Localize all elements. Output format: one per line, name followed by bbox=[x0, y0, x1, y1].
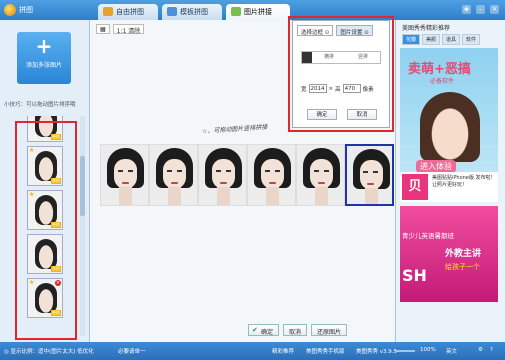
scrollbar-thumb[interactable] bbox=[80, 156, 85, 216]
stitched-frame-selected[interactable] bbox=[345, 144, 394, 206]
mobile-version-link[interactable]: 美图秀秀手机版 bbox=[306, 347, 345, 355]
orientation-toggle: 横排 竖排 bbox=[301, 51, 381, 64]
zoom-slider[interactable] bbox=[395, 350, 415, 352]
promo-headline: 卖萌+恶搞 bbox=[408, 62, 471, 77]
settings-icon[interactable]: ⚙ bbox=[478, 347, 483, 353]
horizontal-layout-icon[interactable] bbox=[302, 52, 312, 63]
help-icon[interactable]: ? bbox=[490, 347, 493, 353]
unit-label: 像素 bbox=[362, 86, 374, 93]
ad-teacher: 外教主讲 bbox=[445, 249, 482, 259]
stitched-frame[interactable] bbox=[296, 144, 345, 206]
recommend-tab[interactable]: 软件 bbox=[462, 34, 481, 45]
add-images-label: 添加多张图片 bbox=[25, 62, 62, 69]
popup-tabs: 选择边框 ⊙ 图片设置 ⊙ bbox=[297, 25, 373, 36]
restore-image-button[interactable]: 还原图片 bbox=[311, 324, 348, 336]
english-class-ad[interactable]: 青少儿英语暑期班 外教主讲 给孩子一个 SH bbox=[400, 206, 498, 302]
promo-banner[interactable]: 卖萌+恶搞 必备软件 进入体验 bbox=[400, 48, 498, 178]
app-icon: 贝 bbox=[402, 174, 428, 200]
app-title: 拼图 bbox=[19, 6, 33, 14]
app-promo-row[interactable]: 贝 美图贴贴iPhone版 发布啦！让照片更好玩！ bbox=[400, 172, 498, 202]
selection-highlight bbox=[15, 121, 77, 340]
action-buttons: 确定 取消 还原图片 bbox=[248, 324, 348, 336]
template-collage-icon bbox=[167, 7, 177, 16]
stitched-image-strip[interactable] bbox=[100, 144, 395, 206]
recommend-tabs: 花瓣 美颜 道具 软件 bbox=[402, 34, 481, 45]
image-stitch-icon bbox=[231, 7, 241, 16]
image-settings-tab[interactable]: 图片设置 ⊙ bbox=[336, 25, 373, 36]
cancel-button[interactable]: 取消 bbox=[283, 324, 308, 336]
tab-free-collage[interactable]: 自由拼图 bbox=[98, 4, 158, 20]
height-input[interactable]: 470 bbox=[342, 84, 361, 93]
popup-confirm-button[interactable]: 确定 bbox=[307, 109, 337, 120]
image-list-panel: + 添加多张图片 小技巧：可以拖动图片排序哦 替换 ★ 替换 ★ 替换 替换 ★… bbox=[0, 20, 90, 342]
thumbnail-scrollbar[interactable] bbox=[80, 116, 85, 336]
horizontal-option[interactable]: 横排 bbox=[312, 52, 346, 63]
minimize-icon[interactable]: – bbox=[476, 5, 485, 14]
stitched-frame[interactable] bbox=[100, 144, 149, 206]
tab-label: 自由拼图 bbox=[116, 8, 144, 16]
featured-link[interactable]: 精彩推荐 bbox=[272, 347, 294, 355]
popup-buttons: 确定 取消 bbox=[307, 109, 377, 120]
status-note: 必要请单一 bbox=[118, 349, 146, 355]
vertical-option[interactable]: 竖排 bbox=[346, 52, 380, 63]
add-images-button[interactable]: + 添加多张图片 bbox=[17, 32, 71, 84]
tab-label: 图片拼接 bbox=[244, 8, 272, 16]
image-settings-popup: 选择边框 ⊙ 图片设置 ⊙ 横排 竖排 宽 2014 × 高 470 像素 确定… bbox=[292, 20, 390, 128]
width-input[interactable]: 2014 bbox=[308, 84, 327, 93]
ad-slogan: 给孩子一个 bbox=[445, 263, 480, 271]
clear-button[interactable]: 1:1 清除 bbox=[112, 24, 145, 35]
close-icon[interactable]: × bbox=[490, 5, 499, 14]
popup-cancel-button[interactable]: 取消 bbox=[347, 109, 377, 120]
plus-icon: + bbox=[35, 34, 53, 58]
app-promo-text: 美图贴贴iPhone版 发布啦！让照片更好玩！ bbox=[432, 175, 496, 188]
confirm-button[interactable]: 确定 bbox=[248, 324, 280, 336]
promo-image bbox=[420, 92, 480, 162]
tab-image-stitch[interactable]: 图片拼接 bbox=[226, 4, 290, 20]
tab-template-collage[interactable]: 模板拼图 bbox=[162, 4, 222, 20]
times-sign: × bbox=[328, 85, 334, 92]
zoom-value: 100% bbox=[420, 347, 436, 353]
grid-toggle-button[interactable]: ▦ bbox=[96, 24, 110, 34]
free-collage-icon bbox=[103, 7, 113, 16]
stitched-frame[interactable] bbox=[198, 144, 247, 206]
recommend-title: 美图秀秀精彩推荐 bbox=[402, 25, 451, 32]
skin-icon[interactable]: ◈ bbox=[462, 5, 471, 14]
display-scale-text[interactable]: ◎ 显示比例：适中(图片太大) 低优化 bbox=[4, 347, 94, 355]
app-logo-icon bbox=[4, 4, 16, 16]
window-controls: ◈ – × bbox=[462, 5, 499, 14]
ad-brand: SH bbox=[402, 266, 427, 285]
choose-border-tab[interactable]: 选择边框 ⊙ bbox=[297, 25, 334, 36]
title-bar: 拼图 自由拼图 模板拼图 图片拼接 ◈ – × bbox=[0, 0, 505, 20]
promo-subline: 必备软件 bbox=[430, 78, 455, 85]
size-row: 宽 2014 × 高 470 像素 bbox=[301, 84, 374, 93]
tab-label: 模板拼图 bbox=[180, 8, 208, 16]
recommend-tab[interactable]: 美颜 bbox=[422, 34, 441, 45]
width-label: 宽 bbox=[301, 86, 307, 93]
stitched-frame[interactable] bbox=[149, 144, 198, 206]
annotation-text: ☆、可拖动图片竖排拼接 bbox=[201, 123, 268, 136]
stitched-frame[interactable] bbox=[247, 144, 296, 206]
version-text: 美图秀秀 v3.9.5 bbox=[356, 349, 397, 355]
ad-headline: 青少儿英语暑期班 bbox=[402, 232, 454, 240]
recommend-tab[interactable]: 花瓣 bbox=[402, 34, 421, 45]
status-bar: ◎ 显示比例：适中(图片太大) 低优化 必要请单一 精彩推荐 美图秀秀手机版 美… bbox=[0, 342, 505, 360]
recommendation-panel: 美图秀秀精彩推荐 花瓣 美颜 道具 软件 卖萌+恶搞 必备软件 进入体验 贝 美… bbox=[395, 20, 505, 342]
recommend-tab[interactable]: 道具 bbox=[442, 34, 461, 45]
canvas-toolbar: ▦ 1:1 清除 bbox=[96, 24, 145, 35]
language-toggle[interactable]: 英文 bbox=[446, 347, 457, 355]
height-label: 高 bbox=[335, 86, 341, 93]
tip-text: 小技巧：可以拖动图片排序哦 bbox=[4, 102, 76, 108]
